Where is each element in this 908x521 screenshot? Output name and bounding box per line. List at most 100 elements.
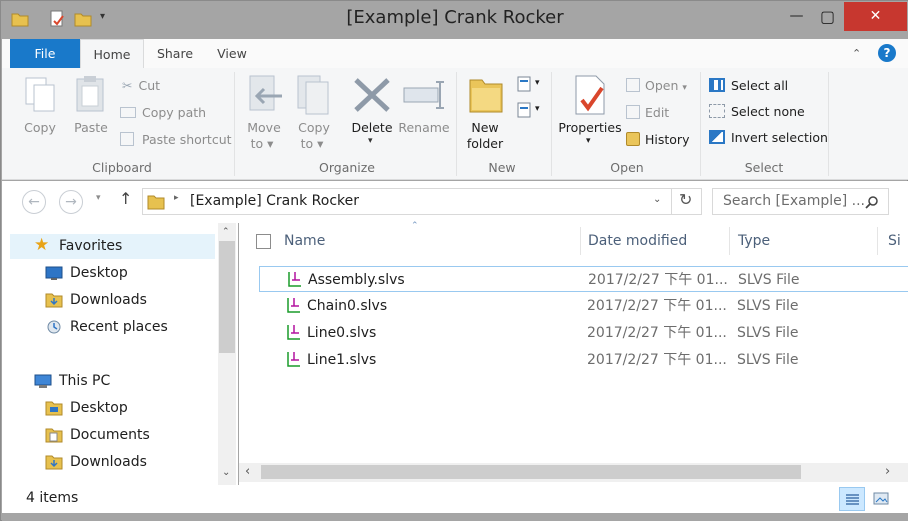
easy-access-icon[interactable]: [516, 102, 534, 118]
breadcrumb-current[interactable]: [Example] Crank Rocker: [190, 193, 359, 209]
delete-icon[interactable]: [352, 76, 392, 114]
properties-label[interactable]: Properties: [556, 120, 624, 136]
file-date: 2017/2/27 下午 01...: [587, 325, 727, 341]
maximize-button[interactable]: ▢: [810, 2, 845, 31]
search-input[interactable]: Search [Example] ...: [723, 193, 865, 209]
copy-to-icon[interactable]: [294, 74, 332, 118]
forward-button[interactable]: →: [59, 190, 83, 214]
star-icon: ★: [34, 235, 50, 255]
file-row[interactable]: Chain0.slvs 2017/2/27 下午 01... SLVS File: [259, 293, 908, 319]
scroll-down-icon[interactable]: ⌄: [222, 467, 230, 478]
address-dropdown-icon[interactable]: ⌄: [653, 194, 661, 205]
rename-label[interactable]: Rename: [396, 120, 452, 136]
delete-label[interactable]: Delete: [348, 120, 396, 136]
item-count: 4 items: [26, 490, 79, 506]
copy-to-label-2[interactable]: to ▾: [290, 136, 334, 152]
column-header-size[interactable]: Si: [888, 223, 901, 260]
tab-share[interactable]: Share: [150, 39, 200, 69]
new-item-icon[interactable]: [516, 76, 534, 92]
copy-path-button[interactable]: Copy path: [120, 105, 206, 120]
navigation-scrollbar-thumb[interactable]: [219, 241, 235, 353]
divider: [729, 227, 730, 255]
copy-path-label: Copy path: [142, 105, 207, 120]
paste-label[interactable]: Paste: [68, 120, 114, 136]
large-icons-view-button[interactable]: [869, 487, 893, 511]
column-header-type[interactable]: Type: [738, 223, 770, 260]
rename-icon[interactable]: [402, 78, 446, 112]
paste-shortcut-button[interactable]: Paste shortcut: [120, 132, 232, 147]
tab-file[interactable]: File: [10, 39, 80, 69]
tab-home[interactable]: Home: [80, 39, 144, 70]
new-folder-label-1[interactable]: New: [460, 120, 510, 136]
address-bar[interactable]: ▸ [Example] Crank Rocker ⌄ ↻: [142, 188, 702, 215]
new-folder-icon[interactable]: [468, 74, 504, 114]
expand-ribbon-icon[interactable]: ⌃: [852, 47, 861, 60]
file-row[interactable]: Line0.slvs 2017/2/27 下午 01... SLVS File: [259, 320, 908, 346]
copy-icon[interactable]: [24, 76, 58, 114]
help-icon[interactable]: ?: [878, 44, 896, 62]
refresh-icon[interactable]: ↻: [679, 190, 692, 209]
recent-locations-icon[interactable]: ▾: [96, 193, 101, 203]
folder-icon: [147, 195, 165, 210]
easy-access-dropdown-icon[interactable]: ▾: [535, 104, 540, 114]
move-to-icon[interactable]: [246, 74, 284, 118]
scroll-left-icon[interactable]: ‹: [245, 464, 250, 479]
open-label: Open: [645, 78, 679, 93]
file-date: 2017/2/27 下午 01...: [587, 298, 727, 314]
paste-shortcut-label: Paste shortcut: [142, 132, 232, 147]
new-group-label: New: [488, 160, 516, 175]
new-item-dropdown-icon[interactable]: ▾: [535, 78, 540, 88]
open-button[interactable]: Open ▾: [626, 78, 687, 93]
file-type: SLVS File: [737, 298, 799, 314]
select-all-checkbox[interactable]: [256, 234, 271, 249]
file-name: Line0.slvs: [307, 325, 377, 341]
move-to-label-2[interactable]: to ▾: [240, 136, 284, 152]
open-group-label: Open: [610, 160, 644, 175]
nav-label: Desktop: [70, 265, 128, 281]
copy-to-label-1[interactable]: Copy: [290, 120, 338, 136]
up-button[interactable]: ↑: [119, 189, 132, 208]
divider: [551, 72, 552, 176]
nav-label: Downloads: [70, 292, 147, 308]
file-row[interactable]: Line1.slvs 2017/2/27 下午 01... SLVS File: [259, 347, 908, 373]
select-all-button[interactable]: Select all: [709, 78, 788, 93]
edit-button[interactable]: Edit: [626, 105, 669, 120]
close-button[interactable]: ✕: [844, 2, 907, 31]
file-name: Chain0.slvs: [307, 298, 388, 314]
new-folder-label-2[interactable]: folder: [460, 136, 510, 152]
scroll-right-icon[interactable]: ›: [885, 464, 890, 479]
history-button[interactable]: History: [626, 132, 689, 147]
breadcrumb-chevron-icon[interactable]: ▸: [174, 193, 179, 203]
file-row[interactable]: Assembly.slvs 2017/2/27 下午 01... SLVS Fi…: [259, 266, 908, 292]
file-name: Assembly.slvs: [308, 272, 405, 288]
file-date: 2017/2/27 下午 01...: [587, 352, 727, 368]
scroll-up-icon[interactable]: ⌃: [222, 227, 230, 237]
cut-label: Cut: [138, 78, 161, 93]
select-none-button[interactable]: Select none: [709, 104, 805, 119]
divider: [700, 72, 701, 176]
downloads-folder-icon: [45, 455, 63, 470]
paste-icon[interactable]: [74, 74, 108, 114]
desktop-folder-icon: [45, 401, 63, 416]
slvs-file-icon: [287, 352, 300, 367]
search-icon[interactable]: [865, 195, 879, 209]
move-to-label-1[interactable]: Move: [240, 120, 288, 136]
cut-button[interactable]: ✂ Cut: [122, 78, 160, 93]
delete-dropdown-icon[interactable]: ▾: [368, 136, 373, 146]
computer-icon: [34, 374, 52, 388]
back-button[interactable]: ←: [22, 190, 46, 214]
details-view-button[interactable]: [839, 487, 865, 511]
column-header-date-modified[interactable]: Date modified: [588, 223, 687, 260]
history-label: History: [645, 132, 690, 147]
horizontal-scrollbar-thumb[interactable]: [261, 465, 801, 479]
column-header-name[interactable]: Name: [284, 223, 325, 260]
tab-view[interactable]: View: [210, 39, 254, 69]
navigation-pane: ★ Favorites Desktop Downloads Recent pla…: [2, 223, 238, 485]
invert-selection-button[interactable]: Invert selection: [709, 130, 828, 145]
copy-label[interactable]: Copy: [18, 120, 62, 136]
properties-dropdown-icon[interactable]: ▾: [586, 136, 591, 146]
search-box[interactable]: Search [Example] ...: [712, 188, 889, 215]
nav-label: Desktop: [70, 400, 128, 416]
sort-ascending-icon: ⌃: [411, 221, 419, 231]
properties-icon[interactable]: [572, 74, 608, 116]
